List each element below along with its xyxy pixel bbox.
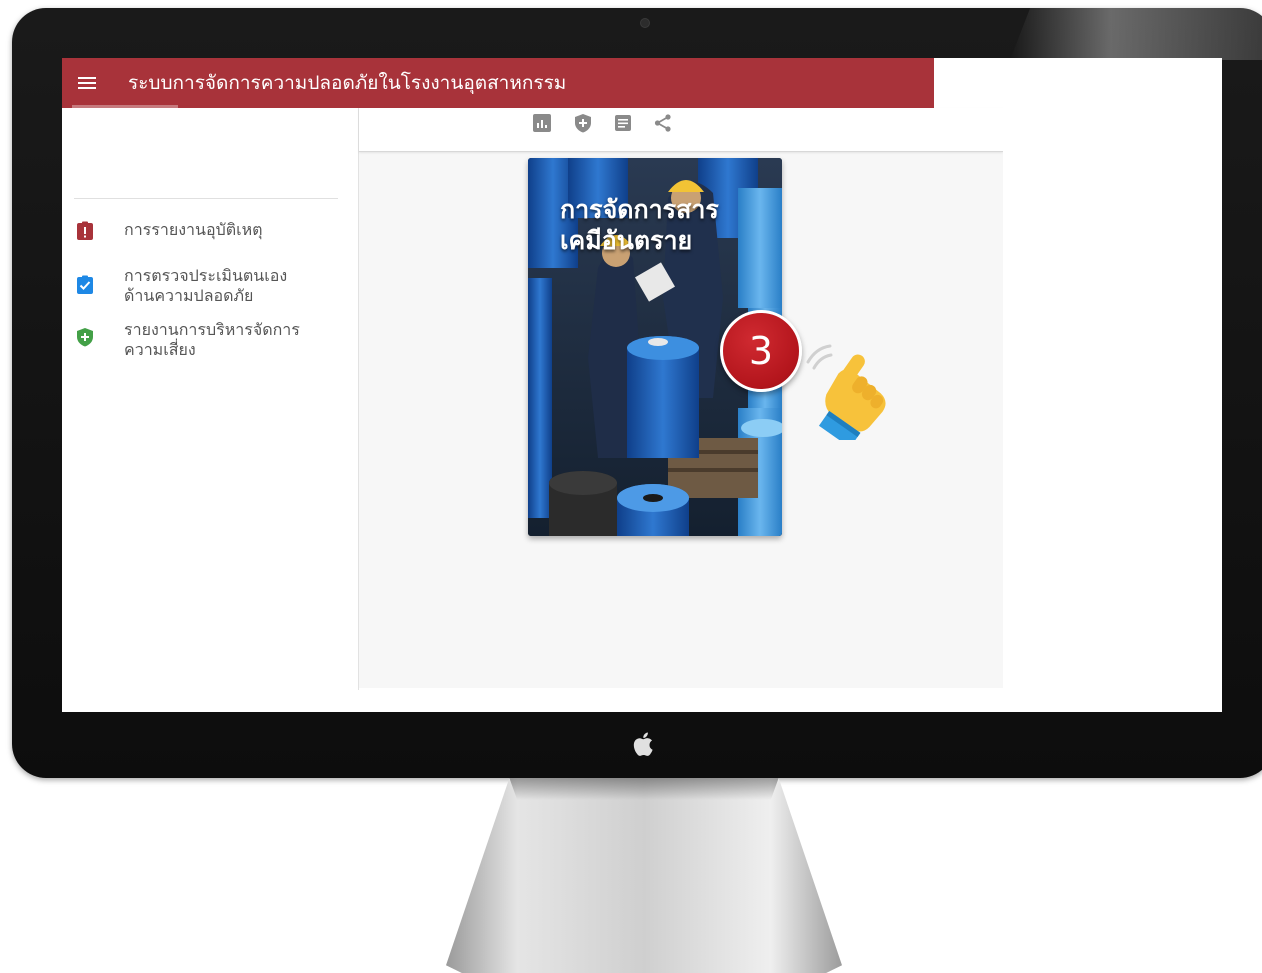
sidebar-item-label: การตรวจประเมินตนเอง ด้านความปลอดภัย [124,266,288,305]
screen: ระบบการจัดการความปลอดภัยในโรงงานอุตสาหกร… [62,58,1222,712]
monitor-stand [446,778,842,973]
app-bar: ระบบการจัดการความปลอดภัยในโรงงานอุตสาหกร… [62,58,934,108]
sidebar-item-self-assessment[interactable]: การตรวจประเมินตนเอง ด้านความปลอดภัย [74,266,344,306]
sidebar-item-accident-report[interactable]: การรายงานอุบัติเหตุ [74,220,344,242]
document-icon[interactable] [612,112,634,134]
step-number-badge: 3 [720,310,802,392]
sidebar-divider [74,198,338,199]
sidebar-item-label: การรายงานอุบัติเหตุ [124,220,263,239]
bezel-glare [1010,8,1262,60]
clipboard-alert-icon [74,220,96,242]
sidebar-item-risk-management[interactable]: รายงานการบริหารจัดการ ความเสี่ยง [74,320,344,360]
app-title: ระบบการจัดการความปลอดภัยในโรงงานอุตสาหกร… [128,72,567,94]
sidebar: การรายงานอุบัติเหตุ การตรวจประเมินตนเอง … [62,108,359,712]
shield-plus-icon[interactable] [572,112,594,134]
screen-bottom-gap [338,690,934,712]
cover-title: การจัดการสาร เคมีอันตราย [560,195,719,255]
screen-right-area [1003,58,1222,712]
clipboard-check-icon [74,274,96,296]
camera-dot [640,18,650,28]
apple-logo-icon [632,730,656,758]
share-icon[interactable] [652,112,674,134]
toolbar [359,108,1003,152]
sidebar-item-label: รายงานการบริหารจัดการ ความเสี่ยง [124,320,300,359]
hamburger-menu-icon [78,77,96,89]
report-chart-icon[interactable] [531,112,553,134]
shield-plus-icon [74,326,96,348]
tap-hand-icon [806,344,886,440]
menu-button[interactable] [62,58,112,108]
